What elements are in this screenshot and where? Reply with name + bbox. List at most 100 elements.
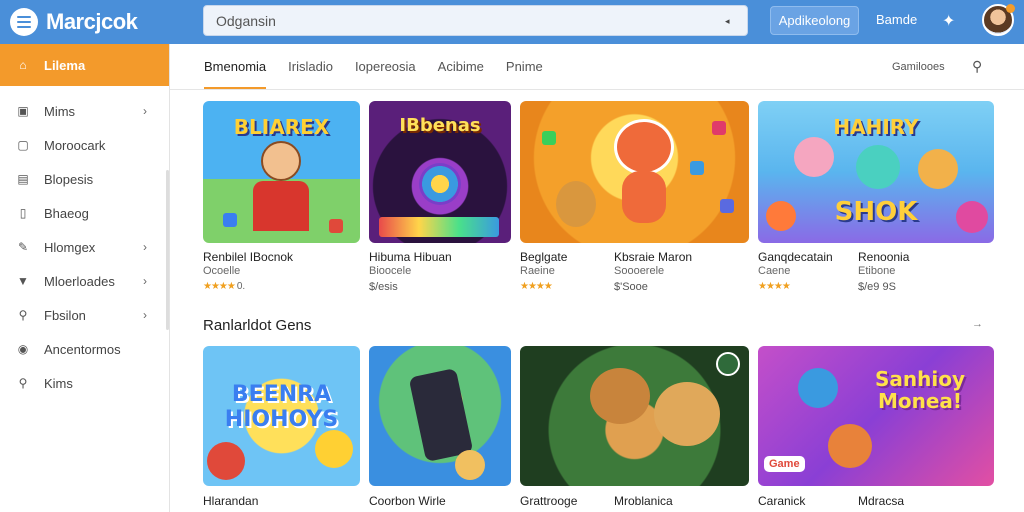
game-price: $/e9 9S bbox=[858, 281, 896, 293]
app-logo[interactable]: Marcjcok bbox=[10, 8, 138, 36]
game-thumbnail[interactable]: BEENRA HIOHOYS bbox=[203, 346, 360, 486]
top-bar: Marcjcok Odgansin ◂ Apdikeolong Bamde ✦ bbox=[0, 0, 1024, 44]
game-title[interactable]: Grattrooge bbox=[520, 494, 577, 508]
settings-icon[interactable] bbox=[716, 352, 740, 376]
tab-3[interactable]: Acibime bbox=[438, 59, 484, 74]
tab-2[interactable]: Iopereosia bbox=[355, 59, 416, 74]
thumbnail-title: HAHIRY bbox=[833, 115, 919, 139]
menu-icon[interactable] bbox=[10, 8, 38, 36]
sidebar-scrollbar[interactable] bbox=[166, 170, 169, 330]
chevron-right-icon: › bbox=[143, 274, 147, 288]
section-title: Ranlarldot Gens bbox=[203, 317, 312, 334]
game-developer: Etibone bbox=[858, 265, 896, 277]
cat-character bbox=[856, 145, 900, 189]
bear-character bbox=[918, 149, 958, 189]
thumbnail-title: BLIAREX bbox=[233, 115, 330, 139]
sidebar-item-1[interactable]: ▣ Mims › bbox=[0, 94, 169, 128]
games-link[interactable]: Bamde bbox=[876, 12, 917, 27]
rating-stars: ★★★★ bbox=[520, 281, 553, 292]
character-illustration bbox=[261, 141, 301, 181]
chevron-right-icon: › bbox=[143, 308, 147, 322]
search-icon: ⚲ bbox=[18, 376, 28, 390]
voice-search-icon[interactable]: ◂ bbox=[725, 16, 735, 26]
games-filter-link[interactable]: Gamilooes bbox=[892, 61, 945, 73]
sidebar-item-label: Ancentormos bbox=[44, 341, 121, 357]
game-thumbnail[interactable]: IBbenas bbox=[369, 101, 511, 243]
character-illustration bbox=[419, 163, 461, 205]
game-thumbnail[interactable]: Sanhioy Monea! Game bbox=[758, 346, 994, 486]
filter-icon: ▼ bbox=[17, 274, 29, 288]
apps-button[interactable]: Apdikeolong bbox=[770, 6, 859, 35]
chevron-right-icon: › bbox=[143, 104, 147, 118]
game-price: $'Sooe bbox=[614, 281, 648, 293]
game-thumbnail[interactable]: BLIAREX bbox=[203, 101, 360, 243]
sidebar-item-label: Lilema bbox=[44, 57, 86, 73]
game-thumbnail[interactable]: HAHIRY SHOK bbox=[758, 101, 994, 243]
sidebar-item-label: Bhaeog bbox=[44, 205, 89, 221]
game-title[interactable]: Coorbon Wirle bbox=[369, 494, 446, 508]
tab-1[interactable]: Irisladio bbox=[288, 59, 333, 74]
sidebar-item-5[interactable]: ✎ Hlomgex › bbox=[0, 230, 169, 264]
pig-character bbox=[794, 137, 834, 177]
search-icon[interactable]: ⚲ bbox=[972, 58, 982, 75]
fox-body bbox=[622, 171, 666, 223]
block-decoration bbox=[690, 161, 704, 175]
game-thumbnail[interactable] bbox=[520, 101, 749, 243]
document-icon: ▤ bbox=[17, 172, 29, 186]
thumbnail-title: Sanhioy Monea! bbox=[874, 367, 965, 413]
sidebar-item-4[interactable]: ▯ Bhaeog bbox=[0, 196, 169, 230]
sidebar-item-6[interactable]: ▼ Mloerloades › bbox=[0, 264, 169, 298]
rating-stars: ★★★★ bbox=[758, 281, 791, 292]
ball-decoration bbox=[956, 201, 988, 233]
sparkle-icon[interactable]: ✦ bbox=[942, 11, 955, 31]
compass-icon: ◉ bbox=[17, 342, 29, 356]
character-body bbox=[253, 181, 309, 231]
sidebar-item-label: Mloerloades bbox=[44, 273, 115, 289]
sidebar-item-3[interactable]: ▤ Blopesis bbox=[0, 162, 169, 196]
dog-character bbox=[654, 382, 720, 446]
game-title[interactable]: Hlarandan bbox=[203, 494, 258, 508]
sidebar-item-2[interactable]: ▢ Moroocark bbox=[0, 128, 169, 162]
block-decoration bbox=[223, 213, 237, 227]
search-value: Odgansin bbox=[216, 12, 276, 29]
tab-0[interactable]: Bmenomia bbox=[204, 59, 267, 89]
coin-decoration bbox=[455, 450, 485, 480]
avatar[interactable] bbox=[982, 4, 1015, 36]
block-decoration bbox=[542, 131, 556, 145]
sidebar-item-home[interactable]: ⌂ Lilema bbox=[0, 44, 169, 86]
game-developer: Soooerele bbox=[614, 265, 665, 277]
game-developer: Raeine bbox=[520, 265, 555, 277]
arrow-right-icon[interactable]: → bbox=[972, 318, 983, 330]
sidebar-item-8[interactable]: ◉ Ancentormos bbox=[0, 332, 169, 366]
game-title[interactable]: Kbsraie Maron bbox=[614, 250, 692, 264]
game-thumbnail[interactable] bbox=[520, 346, 749, 486]
bear-character bbox=[590, 368, 650, 424]
sidebar-item-label: Hlomgex bbox=[44, 239, 96, 255]
game-developer: Caene bbox=[758, 265, 791, 277]
notification-dot bbox=[1006, 4, 1015, 13]
sidebar-item-label: Blopesis bbox=[44, 171, 94, 187]
game-thumbnail[interactable] bbox=[369, 346, 511, 486]
block-decoration bbox=[720, 199, 734, 213]
game-badge: Game bbox=[764, 456, 805, 472]
game-title[interactable]: Beglgate bbox=[520, 250, 567, 264]
sidebar: ⌂ Lilema ▣ Mims › ▢ Moroocark ▤ Blopesis… bbox=[0, 44, 170, 512]
game-title[interactable]: Mroblanica bbox=[614, 494, 673, 508]
game-title[interactable]: Renoonia bbox=[858, 250, 909, 264]
game-title[interactable]: Mdracsa bbox=[858, 494, 904, 508]
image-icon: ▣ bbox=[17, 104, 29, 118]
game-title[interactable]: Hibuma Hibuan bbox=[369, 250, 452, 264]
game-title[interactable]: Caranick bbox=[758, 494, 805, 508]
stars-icon: ★★★★ bbox=[203, 281, 236, 292]
pen-icon: ✎ bbox=[17, 240, 29, 254]
owl-character bbox=[798, 368, 838, 408]
game-title[interactable]: Renbilel IBocnok bbox=[203, 250, 293, 264]
tab-4[interactable]: Pnime bbox=[506, 59, 543, 74]
game-title[interactable]: Ganqdecatain bbox=[758, 250, 833, 264]
sidebar-item-7[interactable]: ⚲ Fbsilon › bbox=[0, 298, 169, 332]
sidebar-item-9[interactable]: ⚲ Kims bbox=[0, 366, 169, 400]
search-input[interactable]: Odgansin ◂ bbox=[203, 5, 748, 36]
rating-stars: ★★★★ 0. bbox=[203, 281, 245, 292]
block-decoration bbox=[329, 219, 343, 233]
game-developer: Bioocele bbox=[369, 265, 412, 277]
